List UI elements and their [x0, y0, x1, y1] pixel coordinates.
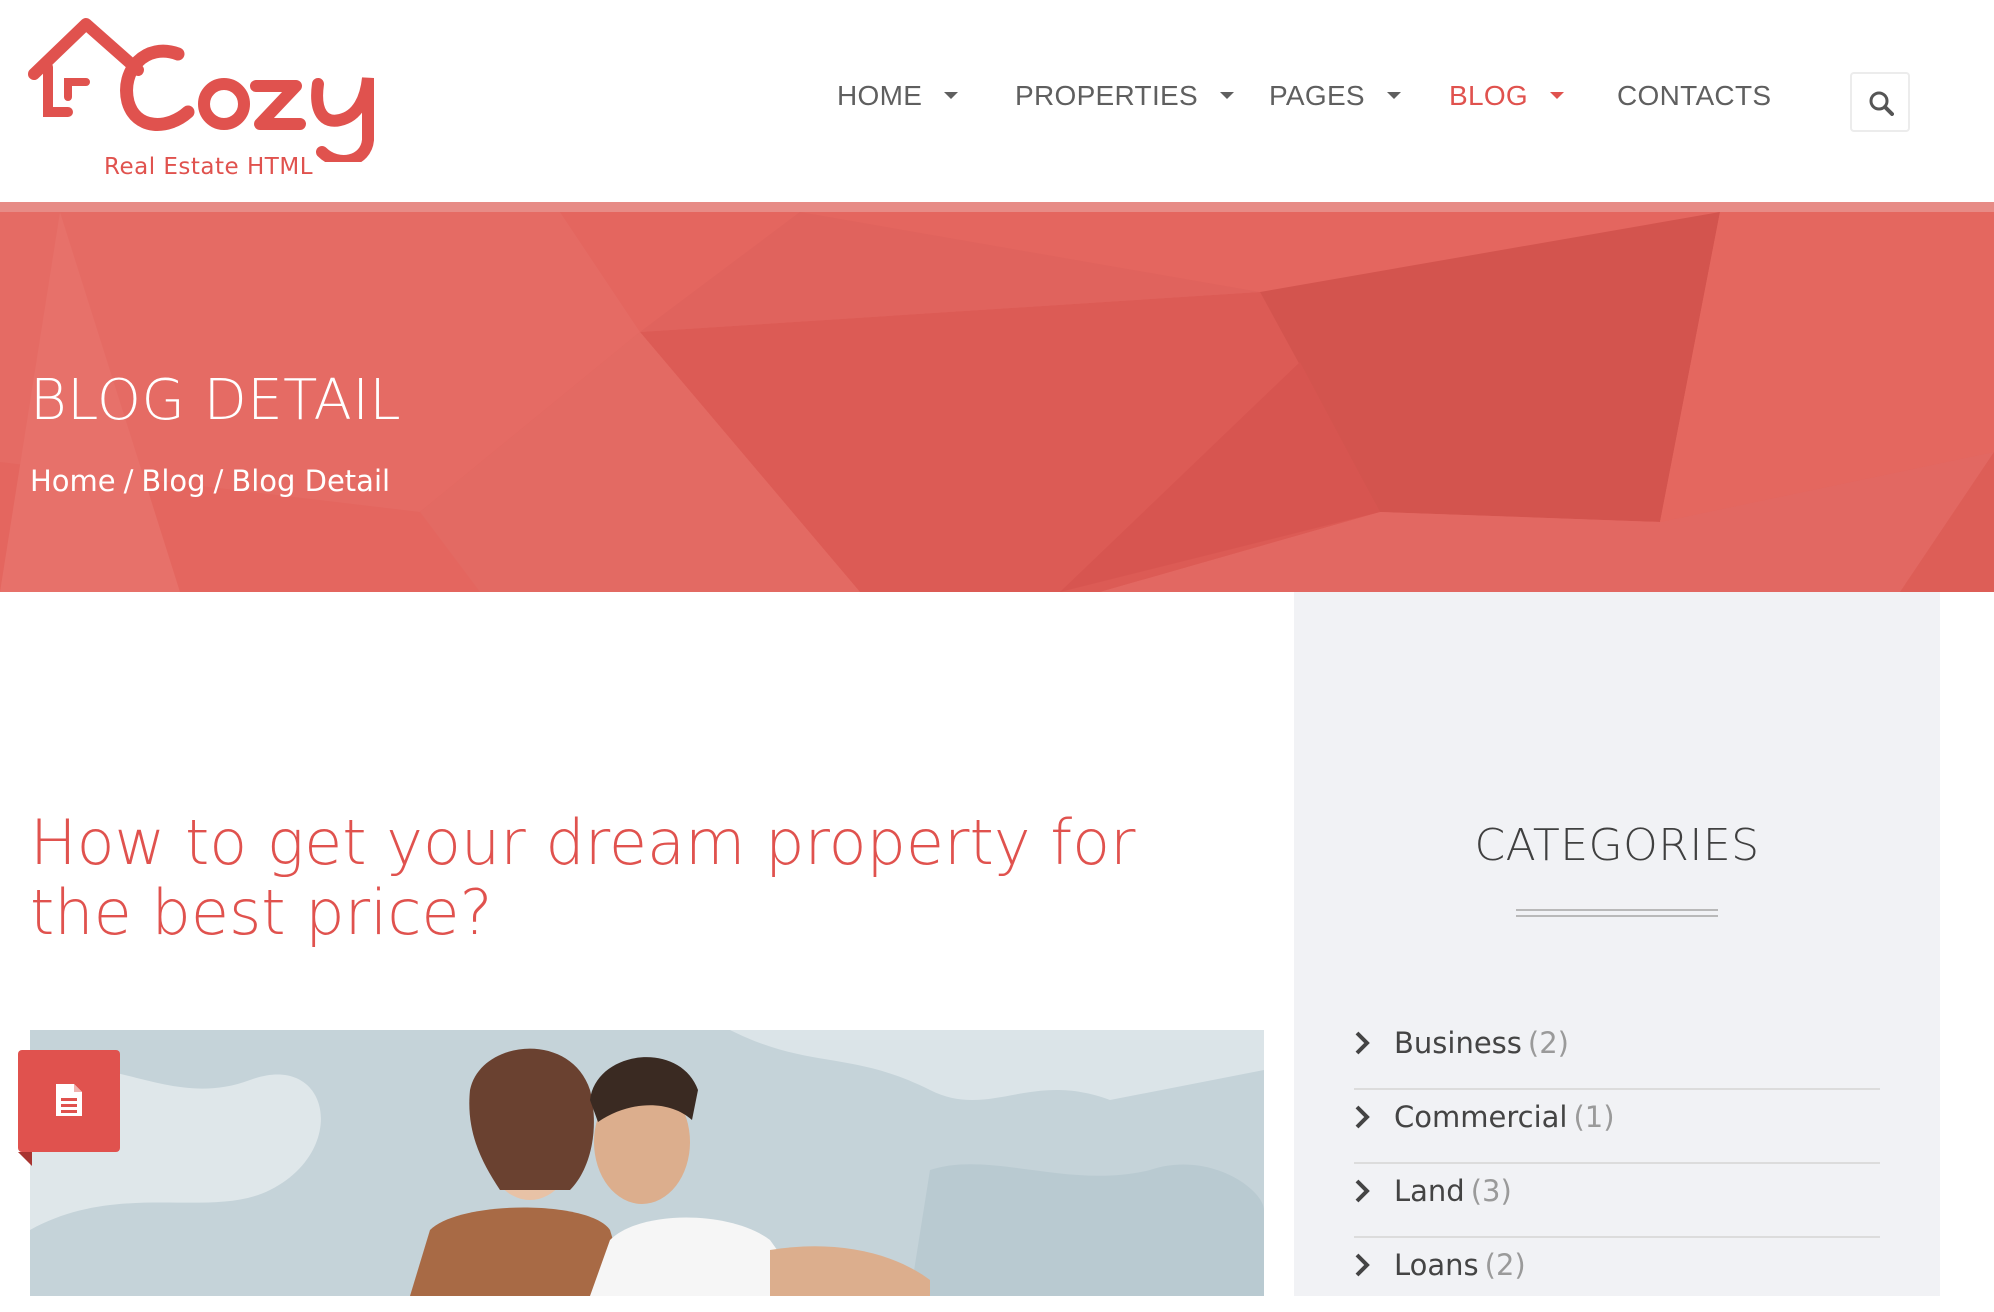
caret-down-icon	[944, 92, 959, 100]
nav-item-pages[interactable]: PAGES	[1269, 80, 1401, 112]
category-item-land[interactable]: Land (3)	[1354, 1164, 1880, 1238]
caret-down-icon	[1550, 92, 1565, 100]
caret-down-icon	[1386, 92, 1401, 100]
sidebar: CATEGORIES Business (2) Commercial (1) Lan…	[1294, 592, 1940, 1296]
badge-fold	[18, 1152, 32, 1166]
category-count: (2)	[1527, 1026, 1569, 1060]
logo-mark-icon	[28, 18, 374, 162]
breadcrumb-home-link[interactable]: Home	[30, 464, 116, 498]
nav-item-home[interactable]: HOME	[837, 80, 959, 112]
nav-item-blog[interactable]: BLOG	[1449, 80, 1565, 112]
category-list: Business (2) Commercial (1) Land (3) Loans(…	[1354, 1016, 1880, 1312]
site-header: Real Estate HTML HOME PROPERTIES PAGES B…	[0, 0, 1994, 202]
search-icon	[1869, 91, 1894, 116]
header-divider	[0, 202, 1994, 212]
couple-photo	[30, 1030, 1264, 1296]
title-divider	[1516, 909, 1718, 917]
site-logo[interactable]: Real Estate HTML	[28, 12, 408, 187]
nav-item-label: PROPERTIES	[1015, 80, 1198, 111]
post-format-badge[interactable]	[18, 1050, 120, 1152]
sidebar-title: CATEGORIES	[1474, 820, 1760, 871]
search-button[interactable]	[1850, 72, 1910, 132]
nav-item-label: CONTACTS	[1617, 80, 1772, 111]
chevron-right-icon	[1355, 1105, 1370, 1129]
nav-item-label: PAGES	[1269, 80, 1365, 111]
chevron-right-icon	[1355, 1031, 1370, 1055]
category-label: Business	[1394, 1026, 1522, 1060]
chevron-right-icon	[1355, 1253, 1370, 1277]
nav-item-contacts[interactable]: CONTACTS	[1617, 80, 1771, 112]
breadcrumb-separator: /	[213, 464, 224, 498]
breadcrumb-blog-link[interactable]: Blog	[141, 464, 205, 498]
nav-item-properties[interactable]: PROPERTIES	[1015, 80, 1234, 112]
breadcrumb: Home / Blog / Blog Detail	[30, 464, 390, 498]
category-label: Land	[1394, 1174, 1465, 1208]
post-title: How to get your dream property for the b…	[30, 806, 1136, 949]
nav-item-label: BLOG	[1449, 80, 1529, 111]
caret-down-icon	[1219, 92, 1234, 100]
category-count: (3)	[1470, 1174, 1512, 1208]
chevron-right-icon	[1355, 1179, 1370, 1203]
category-item-commercial[interactable]: Commercial (1)	[1354, 1090, 1880, 1164]
document-icon	[56, 1084, 82, 1116]
page-banner: BLOG DETAIL Home / Blog / Blog Detail	[0, 212, 1994, 592]
category-count: (2)	[1484, 1248, 1526, 1282]
category-label: Loans	[1394, 1248, 1479, 1282]
page-title: BLOG DETAIL	[30, 368, 402, 433]
breadcrumb-current: Blog Detail	[231, 464, 391, 498]
logo-tagline: Real Estate HTML	[104, 154, 314, 180]
breadcrumb-separator: /	[123, 464, 134, 498]
category-item-loans[interactable]: Loans (2)	[1354, 1238, 1880, 1312]
post-featured-image[interactable]	[30, 1030, 1264, 1296]
category-count: (1)	[1573, 1100, 1615, 1134]
category-label: Commercial	[1394, 1100, 1568, 1134]
category-item-business[interactable]: Business (2)	[1354, 1016, 1880, 1090]
nav-item-label: HOME	[837, 80, 923, 111]
